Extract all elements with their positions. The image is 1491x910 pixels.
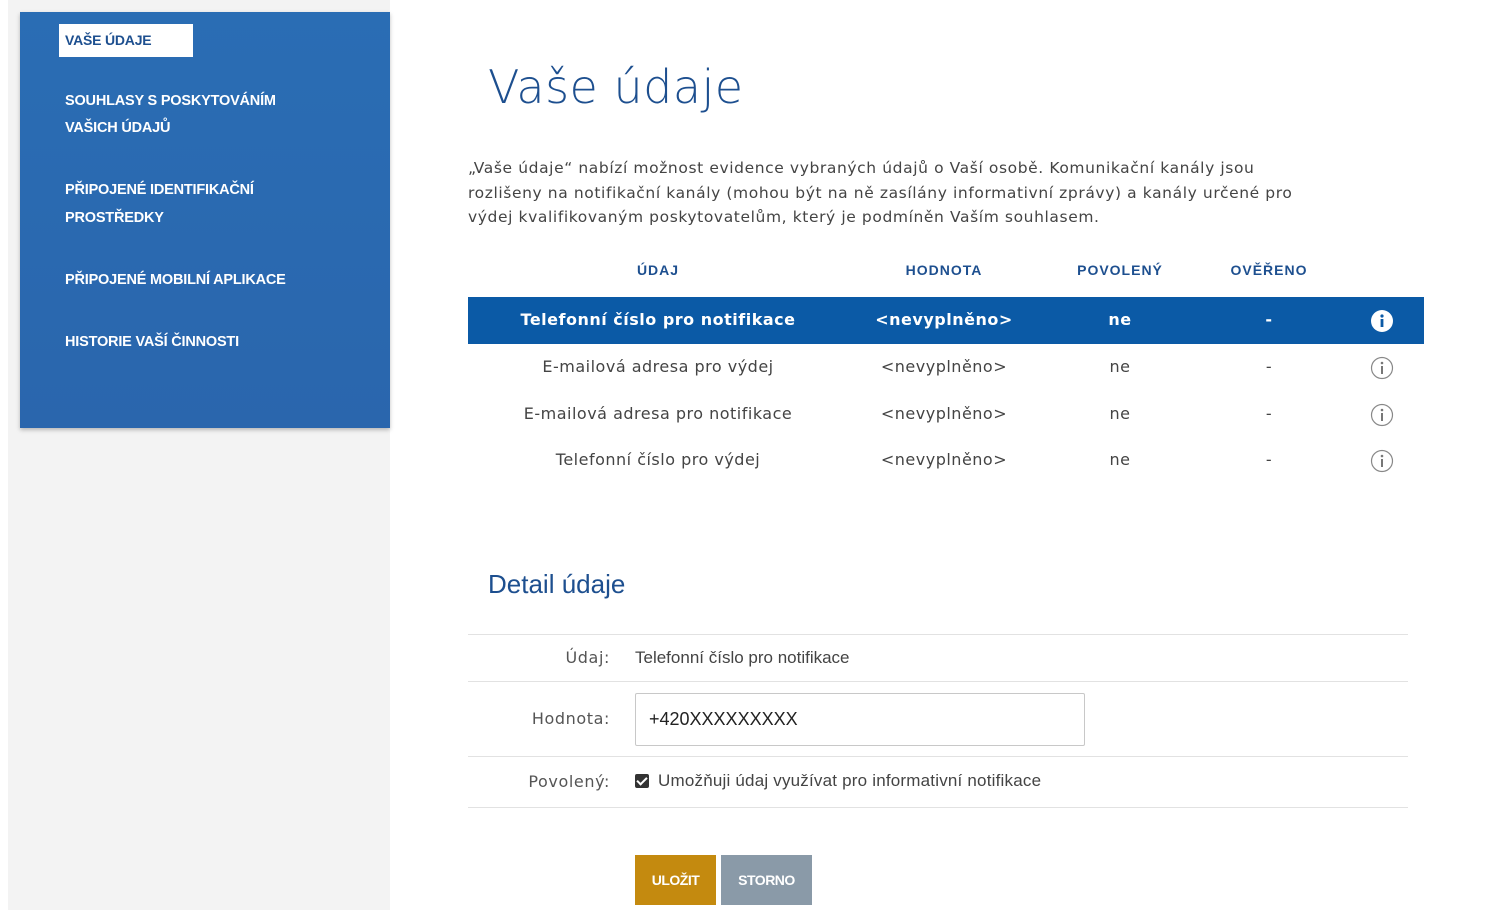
cell-hodnota: <nevyplněno> — [880, 450, 1008, 469]
sidebar-item-label: PŘIPOJENÉ IDENTIFIKAČNÍ — [65, 182, 254, 198]
cell-overeno: - — [1265, 357, 1273, 376]
sidebar-item-historie[interactable]: HISTORIE VAŠÍ ČINNOSTI — [65, 329, 239, 356]
cell-udaj: Telefonní číslo pro notifikace — [520, 310, 796, 329]
info-circle-icon[interactable] — [1370, 449, 1394, 473]
sidebar-item-vase-udaje[interactable]: VAŠE ÚDAJE — [59, 24, 193, 57]
cell-overeno: - — [1265, 450, 1273, 469]
divider — [468, 807, 1408, 808]
sidebar-item-label-line2: PROSTŘEDKY — [65, 210, 164, 226]
sidebar-item-label: VAŠE ÚDAJE — [65, 32, 152, 48]
sidebar-item-label: SOUHLASY S POSKYTOVÁNÍM — [65, 93, 276, 109]
field-value-udaj: Telefonní číslo pro notifikace — [635, 648, 850, 667]
cell-udaj: Telefonní číslo pro výdej — [555, 450, 761, 469]
field-label-udaj: Údaj: — [565, 648, 610, 667]
table-row[interactable]: E-mailová adresa pro notifikace <nevypln… — [468, 391, 1424, 438]
intro-line: rozlišeny na notifikační kanály (mohou b… — [468, 183, 1293, 202]
sidebar-item-souhlasy[interactable]: SOUHLASY S POSKYTOVÁNÍM VAŠICH ÚDAJŮ — [65, 88, 276, 142]
divider — [468, 634, 1408, 635]
cell-hodnota: <nevyplněno> — [880, 357, 1008, 376]
intro-line: „Vaše údaje“ nabízí možnost evidence vyb… — [468, 159, 1255, 177]
table-row[interactable]: Telefonní číslo pro notifikace <nevyplně… — [468, 297, 1424, 344]
sidebar-item-label: PŘIPOJENÉ MOBILNÍ APLIKACE — [65, 272, 286, 288]
intro-text: „Vaše údaje“ nabízí možnost evidence vyb… — [468, 156, 1398, 230]
divider — [468, 756, 1408, 757]
hodnota-input[interactable] — [635, 693, 1085, 746]
sidebar: VAŠE ÚDAJE SOUHLASY S POSKYTOVÁNÍM VAŠIC… — [20, 12, 390, 428]
cancel-button[interactable]: STORNO — [721, 855, 812, 905]
cell-povoleny: ne — [1109, 357, 1131, 376]
sidebar-item-label-line2: VAŠICH ÚDAJŮ — [65, 120, 171, 136]
field-label-hodnota: Hodnota: — [531, 709, 610, 728]
table-row[interactable]: E-mailová adresa pro výdej <nevyplněno> … — [468, 344, 1424, 391]
checkbox-checked-icon[interactable] — [635, 774, 649, 788]
sidebar-item-mobilni-aplikace[interactable]: PŘIPOJENÉ MOBILNÍ APLIKACE — [65, 267, 286, 294]
cell-udaj: E-mailová adresa pro notifikace — [523, 404, 793, 423]
page-title: Vaše údaje — [488, 60, 744, 114]
cell-povoleny: ne — [1109, 404, 1131, 423]
divider — [468, 681, 1408, 682]
save-button[interactable]: ULOŽIT — [635, 855, 716, 905]
cell-overeno: - — [1265, 310, 1273, 329]
table-row[interactable]: Telefonní číslo pro výdej <nevyplněno> n… — [468, 437, 1424, 484]
cell-povoleny: ne — [1109, 450, 1131, 469]
column-header-povoleny: POVOLENÝ — [1077, 262, 1163, 278]
column-header-hodnota: HODNOTA — [905, 262, 983, 278]
povoleny-checkbox-label: Umožňuji údaj využívat pro informativní … — [658, 771, 1042, 790]
info-circle-icon[interactable] — [1370, 309, 1394, 333]
column-header-udaj: ÚDAJ — [636, 262, 680, 278]
povoleny-checkbox-row[interactable]: Umožňuji údaj využívat pro informativní … — [635, 771, 1041, 791]
field-label-povoleny: Povolený: — [528, 772, 610, 791]
intro-line: výdej kvalifikovaným poskytovatelům, kte… — [468, 208, 1100, 226]
cell-udaj: E-mailová adresa pro výdej — [542, 357, 774, 376]
cell-overeno: - — [1265, 404, 1273, 423]
detail-title: Detail údaje — [488, 569, 626, 599]
info-circle-icon[interactable] — [1370, 403, 1394, 427]
cell-hodnota: <nevyplněno> — [880, 404, 1008, 423]
cell-povoleny: ne — [1108, 310, 1132, 329]
sidebar-item-label: HISTORIE VAŠÍ ČINNOSTI — [65, 334, 239, 350]
table-header: ÚDAJ HODNOTA POVOLENÝ OVĚŘENO — [468, 262, 1424, 284]
column-header-overeno: OVĚŘENO — [1230, 262, 1308, 278]
sidebar-item-identifikacni-prostredky[interactable]: PŘIPOJENÉ IDENTIFIKAČNÍ PROSTŘEDKY — [65, 177, 254, 232]
info-circle-icon[interactable] — [1370, 356, 1394, 380]
cell-hodnota: <nevyplněno> — [875, 310, 1013, 329]
